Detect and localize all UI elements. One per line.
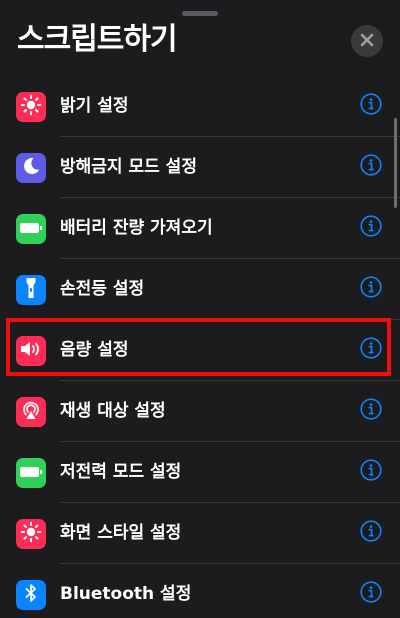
airplay-audio-icon xyxy=(20,399,42,425)
info-button[interactable] xyxy=(360,215,382,241)
sheet-grabber[interactable] xyxy=(182,11,218,16)
action-row-playback-destination[interactable]: 재생 대상 설정 xyxy=(0,381,400,442)
info-icon xyxy=(360,581,382,607)
battery-icon xyxy=(19,220,43,239)
action-row-bluetooth[interactable]: Bluetooth 설정 xyxy=(0,564,400,618)
action-label: 화면 스타일 설정 xyxy=(60,523,182,543)
info-button[interactable] xyxy=(360,398,382,424)
action-icon-tile xyxy=(16,92,46,122)
action-icon-tile xyxy=(16,153,46,183)
action-row-display-style[interactable]: 화면 스타일 설정 xyxy=(0,503,400,564)
action-icon-tile xyxy=(16,580,46,610)
info-icon xyxy=(360,337,382,363)
action-label: 손전등 설정 xyxy=(60,279,145,299)
info-icon xyxy=(360,276,382,302)
info-button[interactable] xyxy=(360,154,382,180)
action-icon-tile xyxy=(16,214,46,244)
page-title: 스크립트하기 xyxy=(17,22,178,57)
action-list: 밝기 설정 방해금지 모드 설정 배터리 잔량 가져오기 손전등 설정 음량 설… xyxy=(0,76,400,618)
action-icon-tile xyxy=(16,275,46,305)
info-icon xyxy=(360,398,382,424)
action-label: Bluetooth 설정 xyxy=(60,584,192,604)
moon-icon xyxy=(20,155,42,181)
action-icon-tile xyxy=(16,458,46,488)
info-icon xyxy=(360,459,382,485)
info-button[interactable] xyxy=(360,520,382,546)
action-row-low-power-mode[interactable]: 저전력 모드 설정 xyxy=(0,442,400,503)
action-sheet: 스크립트하기 밝기 설정 방해금지 모드 설정 배터리 잔량 가져오기 손전등 … xyxy=(0,0,400,618)
action-row-do-not-disturb[interactable]: 방해금지 모드 설정 xyxy=(0,137,400,198)
close-icon xyxy=(360,32,374,51)
info-icon xyxy=(360,520,382,546)
sun-icon xyxy=(20,94,42,120)
info-icon xyxy=(360,215,382,241)
info-icon xyxy=(360,93,382,119)
bluetooth-icon xyxy=(20,582,42,608)
scroll-indicator[interactable] xyxy=(394,118,397,208)
info-button[interactable] xyxy=(360,337,382,363)
action-label: 재생 대상 설정 xyxy=(60,401,166,421)
action-label: 밝기 설정 xyxy=(60,96,129,116)
sun-icon xyxy=(20,521,42,547)
speaker-icon xyxy=(19,338,43,364)
info-button[interactable] xyxy=(360,581,382,607)
action-label: 배터리 잔량 가져오기 xyxy=(60,218,213,238)
action-label: 저전력 모드 설정 xyxy=(60,462,182,482)
flashlight-icon xyxy=(20,276,42,304)
action-label: 음량 설정 xyxy=(60,340,129,360)
info-button[interactable] xyxy=(360,93,382,119)
action-label: 방해금지 모드 설정 xyxy=(60,157,197,177)
action-row-volume[interactable]: 음량 설정 xyxy=(0,320,400,381)
info-button[interactable] xyxy=(360,459,382,485)
battery-icon xyxy=(19,464,43,483)
action-row-brightness[interactable]: 밝기 설정 xyxy=(0,76,400,137)
info-icon xyxy=(360,154,382,180)
action-icon-tile xyxy=(16,519,46,549)
action-row-flashlight[interactable]: 손전등 설정 xyxy=(0,259,400,320)
action-icon-tile xyxy=(16,397,46,427)
action-row-battery-level[interactable]: 배터리 잔량 가져오기 xyxy=(0,198,400,259)
info-button[interactable] xyxy=(360,276,382,302)
close-button[interactable] xyxy=(351,25,383,57)
action-icon-tile xyxy=(16,336,46,366)
